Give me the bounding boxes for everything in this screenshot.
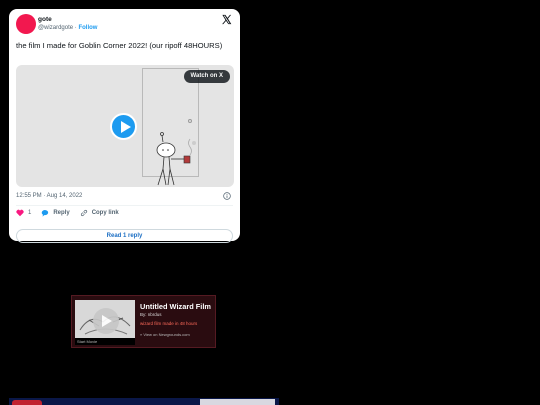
heart-icon: [16, 209, 24, 217]
tweet-card[interactable]: gote @wizardgote · Follow the film I mad…: [9, 9, 240, 243]
play-icon: [121, 121, 131, 133]
separator: ·: [74, 25, 77, 31]
next-embed-decoration: [200, 399, 275, 405]
ng-author: By: nbrdus: [140, 312, 162, 317]
author-name[interactable]: gote: [38, 16, 52, 23]
copy-link-button[interactable]: Copy link: [80, 209, 119, 217]
newgrounds-embed[interactable]: Start Movie Untitled Wizard Film By: nbr…: [71, 295, 216, 348]
divider: [16, 205, 233, 206]
ng-view-link[interactable]: » View on Newgrounds.com: [140, 332, 190, 337]
start-movie-label[interactable]: Start Movie: [75, 338, 135, 345]
like-button[interactable]: 1: [16, 209, 31, 217]
reply-label: Reply: [53, 210, 70, 216]
ng-play-button[interactable]: [93, 308, 119, 334]
doorknob: [188, 119, 192, 123]
play-button[interactable]: [110, 113, 137, 140]
page: gote @wizardgote · Follow the film I mad…: [0, 0, 540, 405]
next-embed-decoration: [12, 400, 42, 405]
video-player[interactable]: Watch on X: [16, 65, 234, 187]
author-handle[interactable]: @wizardgote: [38, 25, 73, 31]
ng-title[interactable]: Untitled Wizard Film: [140, 302, 211, 311]
link-icon: [80, 209, 87, 217]
avatar[interactable]: [16, 14, 36, 34]
tweet-timestamp[interactable]: 12:55 PM · Aug 14, 2022: [16, 193, 82, 199]
follow-link[interactable]: Follow: [78, 25, 97, 31]
tweet-text: the film I made for Goblin Corner 2022! …: [16, 41, 223, 50]
x-logo-icon[interactable]: [221, 14, 232, 25]
reply-button[interactable]: Reply: [41, 209, 70, 217]
stick-figure-illustration: [156, 132, 196, 186]
tweet-actions: 1 Reply Copy link: [16, 208, 129, 218]
watch-on-x-button[interactable]: Watch on X: [183, 70, 230, 83]
play-icon: [102, 315, 112, 327]
movie-thumbnail[interactable]: [75, 300, 135, 342]
read-reply-button[interactable]: Read 1 reply: [16, 229, 233, 243]
info-icon[interactable]: [223, 192, 231, 200]
reply-bubble-icon: [42, 210, 49, 217]
author-meta: @wizardgote · Follow: [38, 25, 97, 31]
ng-description: wizard film made in 48 hours: [140, 321, 198, 326]
copy-link-label: Copy link: [91, 210, 119, 216]
like-count: 1: [28, 210, 32, 216]
